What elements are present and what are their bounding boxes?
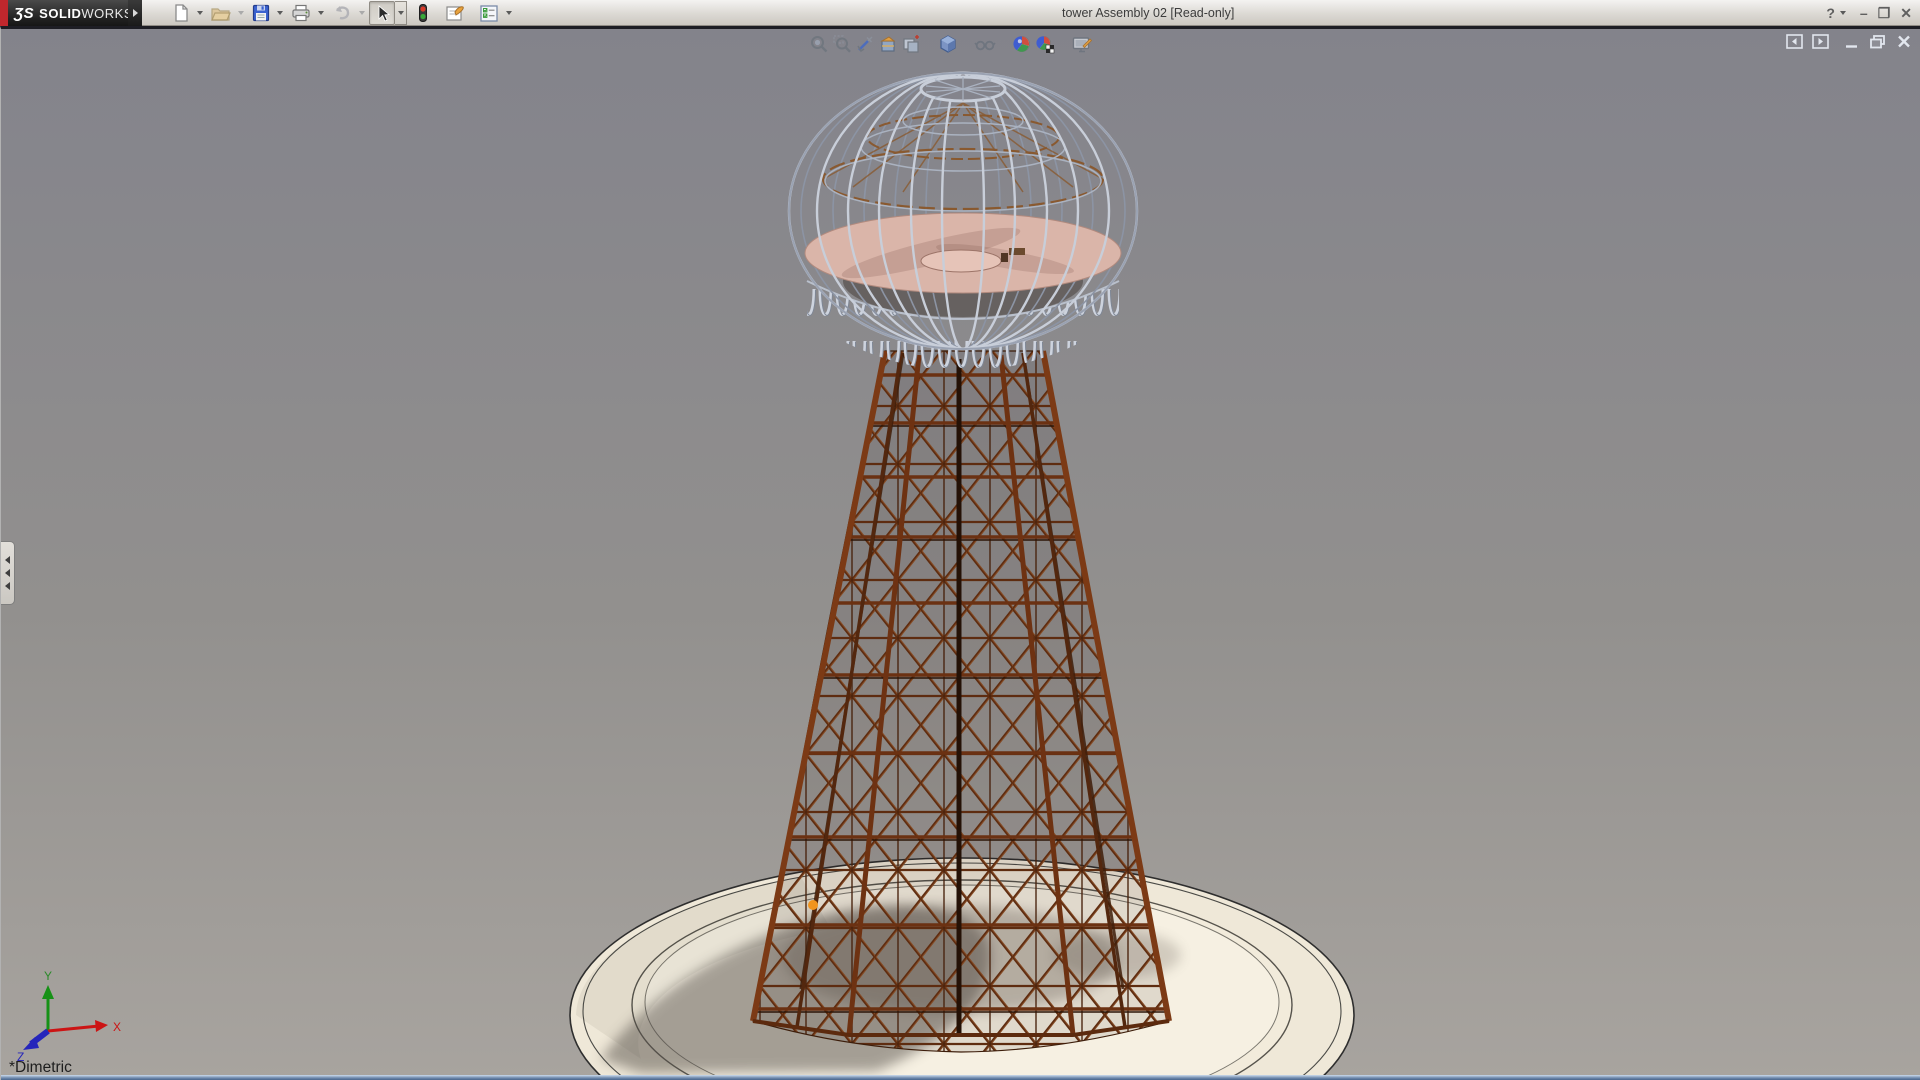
zoom-to-area-icon xyxy=(832,35,851,53)
help-icon: ? xyxy=(1826,5,1835,21)
logo-red-stripe xyxy=(0,0,8,26)
traffic-light-icon xyxy=(419,4,427,22)
printer-icon xyxy=(292,4,310,22)
save-dropdown[interactable] xyxy=(277,11,283,15)
new-document-dropdown[interactable] xyxy=(197,11,203,15)
open-folder-icon xyxy=(211,8,231,21)
title-bar: ƷS SOLIDWORKS tower Assembly 02 [Read-on… xyxy=(0,0,1920,26)
minimize-button[interactable]: – xyxy=(1860,0,1868,26)
new-document-button[interactable] xyxy=(168,1,194,25)
save-button[interactable] xyxy=(248,1,274,25)
status-bar-edge xyxy=(1,1075,1920,1080)
view-orientation-button[interactable] xyxy=(899,33,922,55)
window-title: tower Assembly 02 [Read-only] xyxy=(1062,6,1235,20)
undo-dropdown[interactable] xyxy=(359,11,365,15)
restore-document-button[interactable] xyxy=(1869,34,1887,49)
graphics-area[interactable]: Y X Z *Dimetric xyxy=(0,26,1920,1080)
logo-text: ƷS SOLIDWORKS xyxy=(14,4,134,22)
section-view-icon xyxy=(879,36,895,52)
apply-scene-icon xyxy=(1035,36,1054,54)
collapse-arrow-icon xyxy=(5,556,10,564)
menu-expand-arrow[interactable] xyxy=(128,0,142,26)
previous-view-button[interactable] xyxy=(853,33,876,55)
view-settings-icon xyxy=(1072,37,1092,53)
comment-note-icon xyxy=(446,6,464,21)
logo-3s-glyph: ƷS xyxy=(14,4,35,22)
collapse-arrow-icon xyxy=(5,569,10,577)
help-button[interactable]: ? xyxy=(1826,0,1850,26)
view-orientation-icon xyxy=(902,35,919,53)
interference-detection-button[interactable] xyxy=(413,1,433,25)
feature-panel-collapse-tab[interactable] xyxy=(1,541,15,605)
window-controls: ? – ❐ ✕ xyxy=(1826,0,1912,26)
selection-marker xyxy=(808,900,818,910)
close-button[interactable]: ✕ xyxy=(1900,0,1912,26)
close-document-button[interactable] xyxy=(1896,34,1912,49)
help-dropdown[interactable] xyxy=(1839,11,1846,15)
triad-x-label: X xyxy=(113,1020,121,1034)
save-floppy-icon xyxy=(252,4,270,22)
print-button[interactable] xyxy=(287,1,315,25)
previous-view-icon xyxy=(856,36,872,53)
appearance-ball-icon xyxy=(1012,36,1030,52)
undo-icon xyxy=(336,6,350,20)
design-checker-button[interactable] xyxy=(475,1,503,25)
expand-arrow-icon xyxy=(132,9,138,17)
display-style-button[interactable] xyxy=(936,33,959,55)
display-style-icon xyxy=(939,35,956,53)
collapse-arrow-icon xyxy=(5,582,10,590)
apply-scene-button[interactable] xyxy=(1033,33,1056,55)
solidworks-logo: ƷS SOLIDWORKS xyxy=(0,0,133,26)
open-button[interactable] xyxy=(207,1,235,25)
select-dropdown[interactable] xyxy=(395,1,407,25)
hide-show-items-button[interactable] xyxy=(973,33,996,55)
design-checker-dropdown[interactable] xyxy=(506,11,512,15)
model-scene: Y X Z xyxy=(1,29,1920,1080)
document-window-controls xyxy=(1786,34,1912,49)
open-dropdown[interactable] xyxy=(238,11,244,15)
new-document-icon xyxy=(175,4,188,22)
headsup-view-toolbar xyxy=(807,33,1093,55)
select-button[interactable] xyxy=(369,1,395,25)
comment-button[interactable] xyxy=(441,1,469,25)
edit-appearance-button[interactable] xyxy=(1010,33,1033,55)
zoom-to-area-button[interactable] xyxy=(830,33,853,55)
print-dropdown[interactable] xyxy=(318,11,324,15)
standard-toolbar xyxy=(168,0,516,26)
triad-y-label: Y xyxy=(44,969,52,983)
undo-button[interactable] xyxy=(328,1,356,25)
restore-button[interactable]: ❐ xyxy=(1878,0,1891,26)
checklist-icon xyxy=(480,5,498,22)
glasses-icon xyxy=(973,40,996,51)
next-document-button[interactable] xyxy=(1812,34,1829,49)
select-cursor-icon xyxy=(378,5,391,22)
zoom-to-fit-icon xyxy=(810,36,827,53)
section-view-button[interactable] xyxy=(876,33,899,55)
zoom-to-fit-button[interactable] xyxy=(807,33,830,55)
minimize-document-button[interactable] xyxy=(1844,34,1860,49)
previous-document-button[interactable] xyxy=(1786,34,1803,49)
view-settings-button[interactable] xyxy=(1070,33,1093,55)
